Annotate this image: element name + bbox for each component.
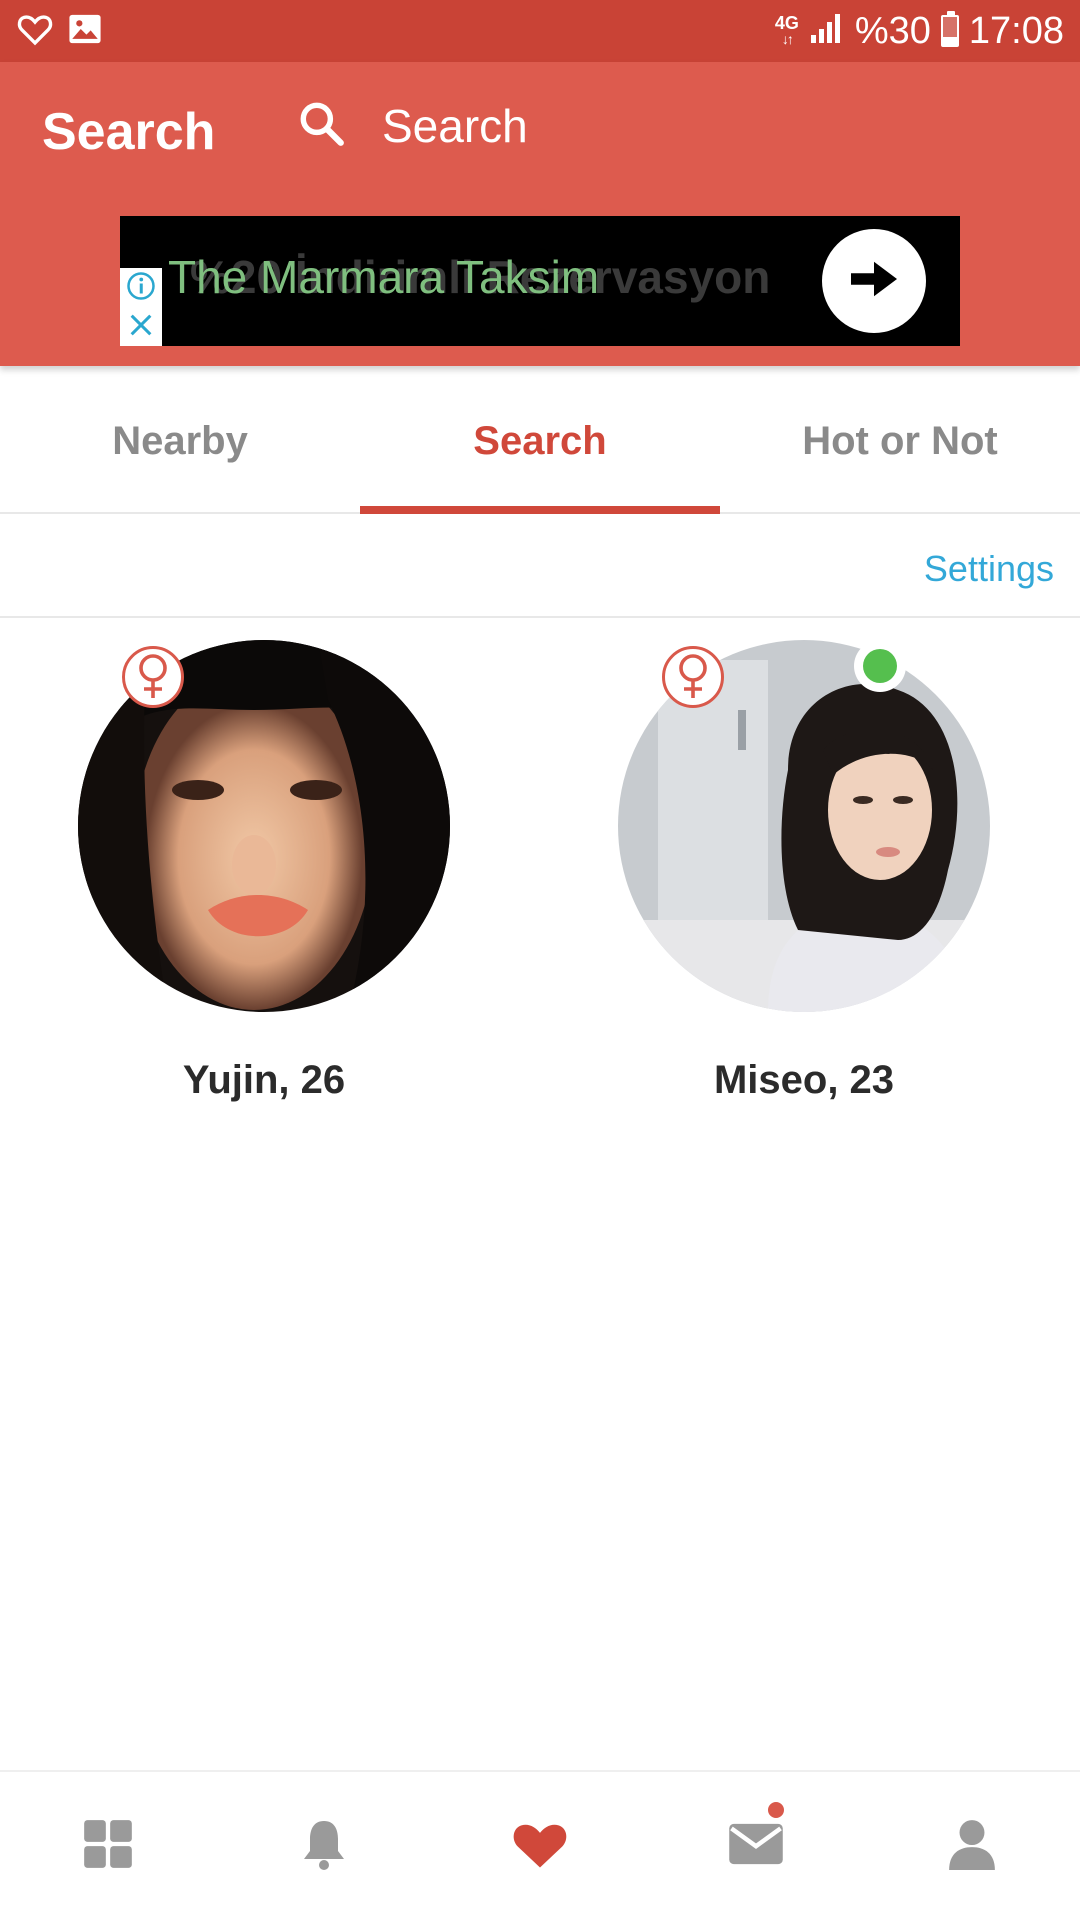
tab-hot-or-not[interactable]: Hot or Not [720, 370, 1080, 512]
female-gender-icon [122, 646, 184, 708]
status-left [16, 12, 102, 51]
page-title: Search [42, 103, 216, 161]
search-placeholder: Search [382, 99, 528, 152]
mail-icon [727, 1821, 785, 1872]
nav-profile[interactable] [912, 1786, 1032, 1906]
info-icon[interactable] [126, 271, 156, 306]
person-icon [949, 1818, 995, 1875]
ad-headline[interactable]: The Marmara Taksim [168, 250, 599, 304]
ad-cta-button[interactable] [822, 229, 926, 333]
status-bar: 4G ↓↑ %30 17:08 [0, 0, 1080, 62]
profile-name: Yujin, 26 [182, 1058, 346, 1102]
battery-percent: %30 [854, 9, 931, 52]
ad-choices[interactable] [120, 268, 162, 346]
clock: 17:08 [968, 9, 1064, 52]
bottom-navigation [0, 1770, 1080, 1920]
tab-bar: Nearby Search Hot or Not [0, 370, 1080, 514]
settings-link[interactable]: Settings [924, 548, 1054, 590]
image-icon [68, 13, 102, 50]
battery-icon [940, 11, 959, 47]
nav-notifications[interactable] [264, 1786, 384, 1906]
search-input[interactable]: Search [296, 98, 528, 153]
close-icon[interactable] [127, 311, 155, 344]
nav-messages[interactable] [696, 1786, 816, 1906]
female-gender-icon [662, 646, 724, 708]
tab-nearby[interactable]: Nearby [0, 370, 360, 512]
search-icon [296, 98, 346, 153]
settings-row: Settings [0, 514, 1080, 618]
notification-badge [766, 1800, 786, 1820]
nav-favorites[interactable] [480, 1786, 600, 1906]
profile-card[interactable]: Yujin, 26 [78, 640, 450, 1103]
arrow-right-icon [846, 256, 902, 307]
nav-grid[interactable] [48, 1786, 168, 1906]
signal-icon [809, 10, 845, 53]
heart-icon [510, 1818, 570, 1875]
network-type: 4G ↓↑ [774, 13, 799, 47]
ad-banner[interactable]: %20 İndirimli Rezervasyon The Marmara Ta… [120, 216, 960, 346]
heart-outline-icon [16, 12, 54, 51]
app-header: Search Search %20 İndirimli Rezervasyon … [0, 62, 1080, 366]
online-indicator [854, 640, 906, 692]
bell-icon [300, 1817, 348, 1876]
profile-name: Miseo, 23 [713, 1058, 895, 1102]
profile-card[interactable]: Miseo, 23 [618, 640, 990, 1103]
tab-search[interactable]: Search [360, 370, 720, 514]
status-right: 4G ↓↑ %30 17:08 [775, 10, 1064, 53]
grid-icon [82, 1818, 134, 1875]
